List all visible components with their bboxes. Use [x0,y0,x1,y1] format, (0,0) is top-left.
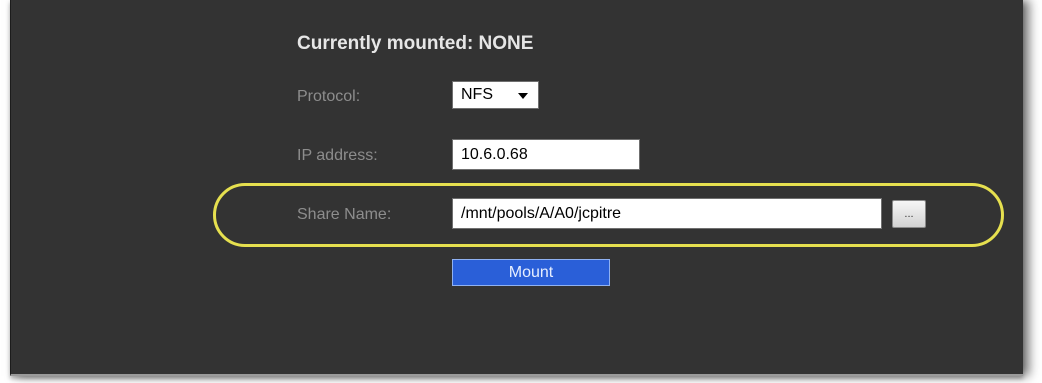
protocol-select[interactable]: NFS [452,81,539,109]
ip-address-label: IP address: [297,147,378,164]
mount-settings-panel: Currently mounted: NONE Protocol: NFS IP… [10,0,1023,376]
protocol-select-value: NFS [461,86,493,103]
protocol-label: Protocol: [297,88,361,105]
caret-down-icon [518,93,528,99]
share-name-label: Share Name: [297,206,392,223]
mount-status-title: Currently mounted: NONE [297,33,534,54]
browse-share-button[interactable]: ... [892,200,926,228]
ip-address-input[interactable] [452,139,640,170]
mount-button[interactable]: Mount [452,259,610,286]
share-name-input[interactable] [452,198,882,229]
